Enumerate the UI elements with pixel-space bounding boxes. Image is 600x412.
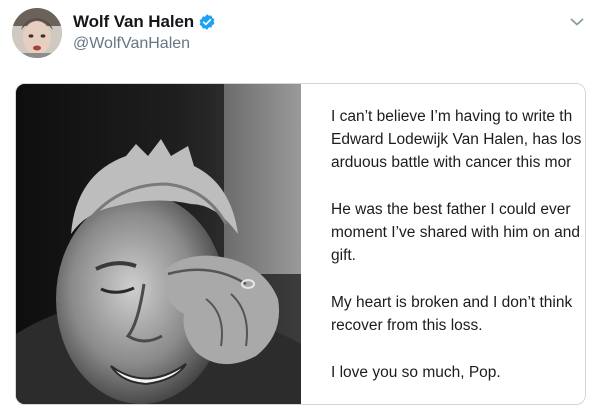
chevron-down-icon[interactable] xyxy=(570,14,584,26)
statement-paragraph: I can’t believe I’m having to write th Ed… xyxy=(331,105,585,174)
statement-line: I love you so much, Pop. xyxy=(331,364,501,381)
tweet: Wolf Van Halen @WolfVanHalen I can’t bel… xyxy=(0,0,600,412)
statement-line: arduous battle with cancer this mor xyxy=(331,154,572,171)
photo[interactable] xyxy=(16,84,301,404)
statement-paragraph: He was the best father I could ever momen… xyxy=(331,198,585,267)
statement-line: moment I’ve shared with him on and xyxy=(331,224,580,241)
verified-badge-icon xyxy=(198,13,216,31)
statement-line: gift. xyxy=(331,247,356,264)
avatar[interactable] xyxy=(12,8,62,58)
statement-line: My heart is broken and I don’t think xyxy=(331,294,573,311)
statement-paragraph: I love you so much, Pop. xyxy=(331,361,585,384)
statement-line: recover from this loss. xyxy=(331,317,483,334)
statement-line: He was the best father I could ever xyxy=(331,201,571,218)
name-row: Wolf Van Halen xyxy=(73,11,216,33)
statement-line: I can’t believe I’m having to write th xyxy=(331,108,573,125)
display-name[interactable]: Wolf Van Halen xyxy=(73,12,194,32)
author-block: Wolf Van Halen @WolfVanHalen xyxy=(73,11,216,53)
handle[interactable]: @WolfVanHalen xyxy=(73,35,216,53)
statement-text: I can’t believe I’m having to write th Ed… xyxy=(301,84,585,404)
statement-paragraph: My heart is broken and I don’t think reco… xyxy=(331,291,585,337)
media-attachment[interactable]: I can’t believe I’m having to write th Ed… xyxy=(15,83,586,405)
statement-line: Edward Lodewijk Van Halen, has los xyxy=(331,131,582,148)
